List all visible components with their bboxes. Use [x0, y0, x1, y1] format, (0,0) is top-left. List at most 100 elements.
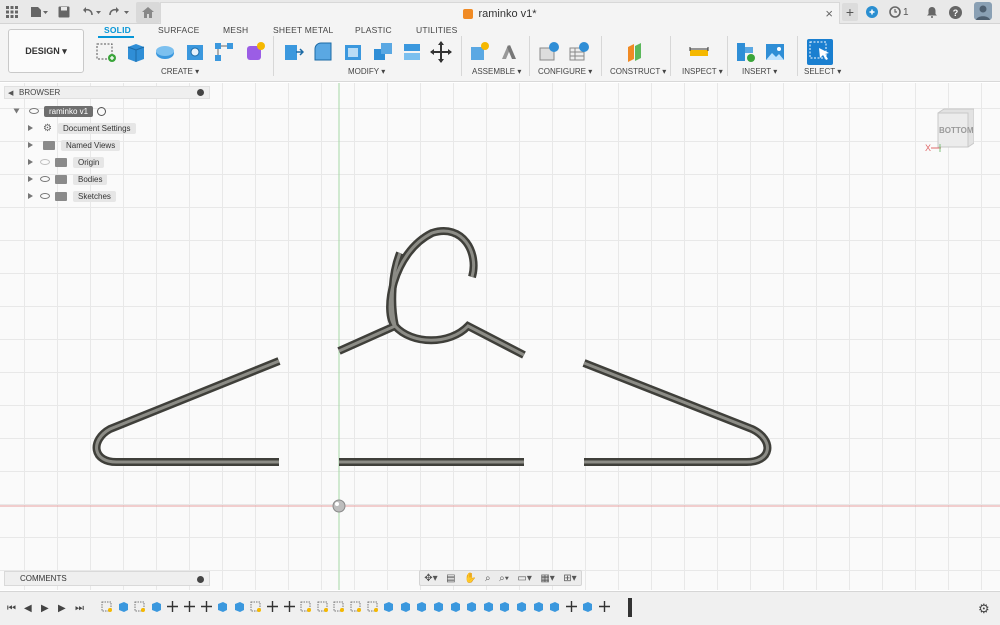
visibility-eye-off-icon[interactable] — [40, 159, 50, 165]
timeline-body-feature-icon[interactable] — [533, 601, 544, 612]
activate-radio-icon[interactable] — [97, 106, 107, 116]
group-configure[interactable]: CONFIGURE ▾ — [538, 67, 592, 76]
select-icon[interactable] — [807, 39, 833, 65]
browser-header[interactable]: ◀ BROWSER — [4, 86, 210, 99]
visibility-eye-icon[interactable] — [29, 108, 39, 114]
timeline-body-feature-icon[interactable] — [383, 601, 394, 612]
hole-icon[interactable] — [184, 41, 206, 63]
tab-mesh[interactable]: MESH — [223, 25, 248, 35]
fillet-icon[interactable] — [312, 41, 334, 63]
display-settings-icon[interactable]: ▭▾ — [517, 573, 531, 584]
timeline-marker[interactable] — [628, 598, 632, 617]
combine-icon[interactable] — [372, 41, 394, 63]
browser-item-origin[interactable]: Origin — [28, 156, 105, 168]
home-icon[interactable] — [136, 2, 160, 23]
help-icon[interactable]: ? — [949, 3, 962, 21]
file-menu-icon[interactable] — [30, 3, 48, 21]
avatar-icon[interactable] — [974, 2, 992, 20]
timeline-sketch-feature-icon[interactable] — [300, 601, 312, 612]
configure-rules-icon[interactable] — [568, 41, 590, 63]
expand-triangle-icon[interactable] — [28, 193, 33, 199]
timeline-body-feature-icon[interactable] — [549, 601, 560, 612]
insert-derive-icon[interactable] — [735, 41, 757, 63]
timeline-body-feature-icon[interactable] — [450, 601, 461, 612]
timeline-body-feature-icon[interactable] — [483, 601, 494, 612]
timeline-sketch-feature-icon[interactable] — [367, 601, 378, 612]
grid-snaps-icon[interactable]: ▦▾ — [540, 573, 554, 584]
timeline-body-feature-icon[interactable] — [433, 601, 444, 612]
document-tab[interactable]: raminko v1* × — [160, 2, 840, 24]
expand-triangle-icon[interactable] — [13, 108, 20, 114]
revolve-icon[interactable] — [154, 41, 176, 63]
previous-step-icon[interactable]: ◀︎ — [24, 603, 32, 614]
timeline-sketch-feature-icon[interactable] — [250, 601, 262, 612]
timeline-body-feature-icon[interactable] — [582, 601, 593, 612]
timeline-move-feature-icon[interactable] — [565, 601, 577, 612]
timeline-body-feature-icon[interactable] — [466, 601, 477, 612]
visibility-eye-icon[interactable] — [40, 193, 50, 199]
timeline-sketch-feature-icon[interactable] — [333, 601, 345, 612]
close-tab-icon[interactable]: × — [825, 6, 833, 21]
timeline-move-feature-icon[interactable] — [283, 601, 295, 612]
orbit-icon[interactable]: ✥▾ — [424, 573, 437, 584]
redo-icon[interactable] — [108, 3, 130, 21]
zoom-icon[interactable]: ⌕ — [485, 573, 491, 584]
go-to-start-icon[interactable]: ⏮ — [7, 603, 16, 614]
browser-item-document-settings[interactable]: ⚙ Document Settings — [28, 122, 136, 134]
collapse-triangle-icon[interactable]: ◀ — [8, 89, 13, 97]
timeline-move-feature-icon[interactable] — [599, 601, 610, 612]
timeline-sketch-feature-icon[interactable] — [317, 601, 328, 612]
timeline-body-feature-icon[interactable] — [499, 601, 510, 612]
expand-triangle-icon[interactable] — [28, 176, 33, 182]
group-inspect[interactable]: INSPECT ▾ — [682, 67, 723, 76]
timeline-body-feature-icon[interactable] — [217, 601, 228, 612]
insert-canvas-icon[interactable] — [764, 41, 786, 63]
timeline-body-feature-icon[interactable] — [516, 601, 527, 612]
timeline-body-feature-icon[interactable] — [151, 601, 162, 612]
new-component-icon[interactable] — [468, 41, 490, 63]
press-pull-icon[interactable] — [282, 41, 305, 63]
go-to-end-icon[interactable]: ⏭ — [75, 603, 84, 614]
job-status-icon[interactable] — [889, 3, 901, 21]
move-copy-icon[interactable] — [430, 41, 452, 63]
offset-plane-icon[interactable] — [625, 41, 647, 63]
apps-grid-icon[interactable] — [6, 3, 18, 21]
timeline-body-feature-icon[interactable] — [118, 601, 129, 612]
create-box-icon[interactable] — [124, 41, 146, 63]
undo-icon[interactable] — [82, 3, 102, 21]
extension-icon[interactable] — [866, 3, 878, 21]
viewports-icon[interactable]: ⊞▾ — [563, 573, 576, 584]
zoom-window-icon[interactable]: ⌕▾ — [499, 573, 509, 584]
tab-surface[interactable]: SURFACE — [158, 25, 200, 35]
timeline-move-feature-icon[interactable] — [200, 601, 212, 612]
group-construct[interactable]: CONSTRUCT ▾ — [610, 67, 666, 76]
tab-sheet-metal[interactable]: SHEET METAL — [273, 25, 333, 35]
tab-plastic[interactable]: PLASTIC — [355, 25, 392, 35]
browser-item-sketches[interactable]: Sketches — [28, 190, 116, 202]
settings-gear-icon[interactable]: ⚙ — [978, 601, 990, 617]
timeline-body-feature-icon[interactable] — [416, 601, 427, 612]
notification-bell-icon[interactable] — [926, 3, 938, 21]
comments-pin-icon[interactable] — [197, 576, 204, 583]
timeline-body-feature-icon[interactable] — [400, 601, 411, 612]
expand-triangle-icon[interactable] — [28, 142, 33, 148]
comments-panel[interactable]: COMMENTS — [4, 571, 210, 586]
pan-hand-icon[interactable]: ✋ — [464, 573, 476, 584]
group-modify[interactable]: MODIFY ▾ — [348, 67, 385, 76]
expand-triangle-icon[interactable] — [28, 159, 33, 165]
create-form-icon[interactable] — [244, 41, 266, 63]
group-create[interactable]: CREATE ▾ — [161, 67, 199, 76]
joint-icon[interactable] — [498, 41, 520, 63]
create-sketch-icon[interactable] — [95, 41, 117, 63]
expand-triangle-icon[interactable] — [28, 125, 33, 131]
browser-pin-icon[interactable] — [197, 89, 204, 96]
timeline-move-feature-icon[interactable] — [267, 601, 278, 612]
tab-utilities[interactable]: UTILITIES — [416, 25, 457, 35]
timeline-move-feature-icon[interactable] — [167, 601, 179, 612]
play-icon[interactable]: ▶ — [41, 603, 49, 614]
browser-item-named-views[interactable]: Named Views — [28, 139, 121, 151]
split-body-icon[interactable] — [401, 41, 423, 63]
look-at-icon[interactable]: ▤ — [446, 573, 455, 584]
browser-item-bodies[interactable]: Bodies — [28, 173, 108, 185]
group-insert[interactable]: INSERT ▾ — [742, 67, 777, 76]
